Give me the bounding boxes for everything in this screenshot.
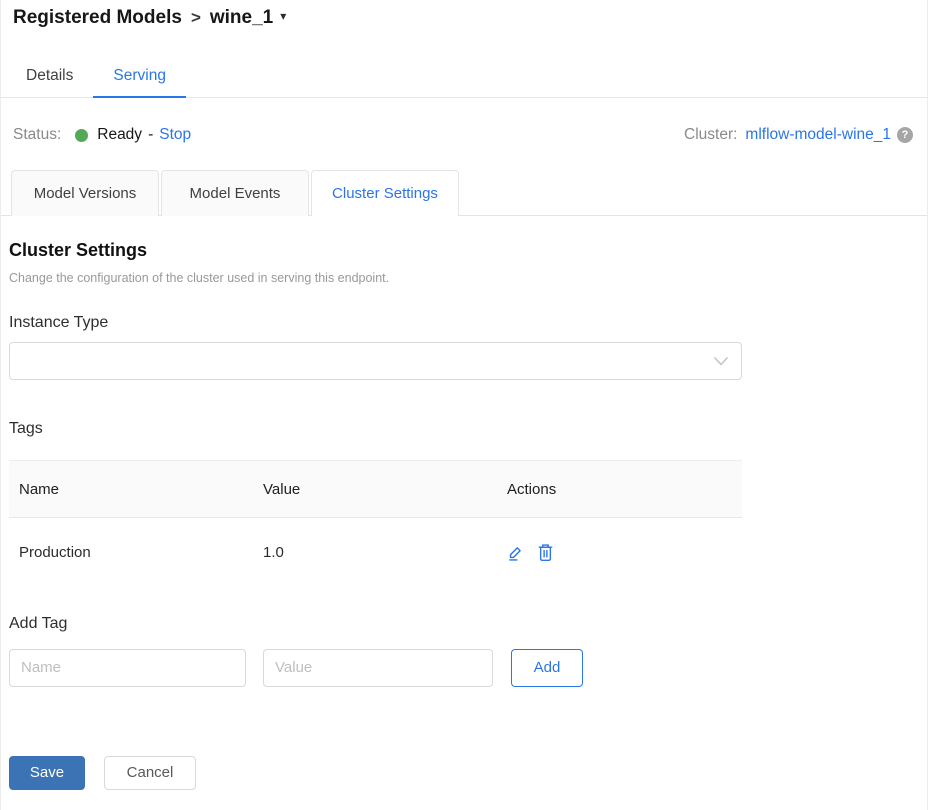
tag-value-input[interactable] [263,649,493,687]
sub-tab-model-versions[interactable]: Model Versions [11,170,159,216]
add-tag-button[interactable]: Add [511,649,583,687]
sub-tab-model-versions-label: Model Versions [34,185,137,202]
instance-type-label: Instance Type [9,314,913,332]
cluster-link[interactable]: mlflow-model-wine_1 [745,126,891,144]
tags-table: Name Value Actions Production 1.0 [9,460,742,587]
column-header-actions: Actions [497,461,742,518]
caret-down-icon: ▾ [280,9,286,23]
save-button[interactable]: Save [9,756,85,790]
edit-tag-icon[interactable] [507,544,524,561]
status-label: Status: [13,126,61,144]
model-name-dropdown[interactable]: wine_1 ▾ [210,7,286,29]
sub-tab-cluster-settings[interactable]: Cluster Settings [311,170,459,216]
breadcrumb: Registered Models > wine_1 ▾ [13,7,913,29]
add-tag-heading: Add Tag [9,615,913,633]
instance-type-select[interactable] [9,342,742,380]
top-tabs: Details Serving [1,55,927,98]
column-header-value: Value [253,461,497,518]
tag-value-cell: 1.0 [253,518,497,587]
cluster-label: Cluster: [684,126,737,144]
status-row: Status: Ready - Stop Cluster: mlflow-mod… [1,124,927,146]
sub-tabs: Model Versions Model Events Cluster Sett… [1,170,927,216]
status-ready-dot-icon [75,129,88,142]
sub-tab-cluster-settings-label: Cluster Settings [332,185,438,202]
breadcrumb-root[interactable]: Registered Models [13,7,182,29]
tab-details[interactable]: Details [6,55,93,97]
footer-actions: Save Cancel [1,756,927,790]
cluster-group: Cluster: mlflow-model-wine_1 ? [684,126,913,144]
breadcrumb-separator-icon: > [191,8,201,28]
status-separator: - [148,126,153,144]
delete-tag-icon[interactable] [537,543,554,561]
tags-heading: Tags [9,420,913,438]
tag-name-input[interactable] [9,649,246,687]
sub-tab-model-events-label: Model Events [190,185,281,202]
help-icon[interactable]: ? [897,127,913,143]
tag-name-cell: Production [9,518,253,587]
cancel-button[interactable]: Cancel [104,756,196,790]
status-value: Ready [97,126,142,144]
sub-tab-model-events[interactable]: Model Events [161,170,309,216]
column-header-name: Name [9,461,253,518]
panel-description: Change the configuration of the cluster … [9,271,913,285]
panel-heading: Cluster Settings [9,240,913,261]
status-group: Status: Ready - Stop [13,126,191,144]
tab-serving[interactable]: Serving [93,55,186,97]
table-row: Production 1.0 [9,518,742,587]
tab-serving-label: Serving [113,67,166,84]
tag-actions [507,543,742,561]
stop-link[interactable]: Stop [159,126,191,144]
model-name: wine_1 [210,7,273,29]
tab-details-label: Details [26,67,73,84]
cluster-settings-panel: Cluster Settings Change the configuratio… [1,240,927,687]
add-tag-form: Add [9,649,913,687]
page-header: Registered Models > wine_1 ▾ [1,0,927,29]
page-container: Registered Models > wine_1 ▾ Details Ser… [0,0,928,810]
chevron-down-icon [714,357,728,366]
tags-table-header-row: Name Value Actions [9,461,742,518]
